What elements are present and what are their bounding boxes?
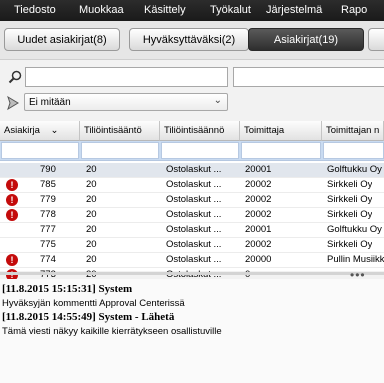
menu-bar: Tiedosto Muokkaa Käsittely Työkalut Järj…: [0, 0, 384, 21]
cell-supplier: 20000: [245, 254, 272, 265]
cell-rule-name: Ostolaskut ...: [166, 194, 222, 205]
cell-supplier-name: Sirkkeli Oy: [327, 194, 373, 205]
cell-document: 790: [40, 164, 56, 175]
log-entry-message: Tämä viesti näkyy kaikille kierrätykseen…: [2, 326, 222, 337]
table-row[interactable]: ! 778 20 Ostolaskut ... 20002 Sirkkeli Oy: [0, 208, 384, 223]
documents-table: Asiakirja ⌄ Tiliöintisääntö Tiliöintisää…: [0, 121, 384, 283]
filter-cell[interactable]: [81, 142, 159, 159]
cell-rule: 20: [86, 224, 97, 235]
search-input[interactable]: [25, 67, 228, 87]
table-row[interactable]: ! 779 20 Ostolaskut ... 20002 Sirkkeli Oy: [0, 193, 384, 208]
cell-document: 777: [40, 224, 56, 235]
cell-document: 785: [40, 179, 56, 190]
menu-system[interactable]: Järjestelmä: [266, 4, 322, 16]
filter-row: Ei mitään ⌄: [0, 92, 384, 114]
tab-new-documents[interactable]: Uudet asiakirjat(8): [4, 28, 120, 51]
cell-supplier-name: Golftukku Oy: [327, 224, 382, 235]
column-header-document[interactable]: Asiakirja ⌄: [0, 121, 80, 141]
cell-document: 779: [40, 194, 56, 205]
cell-rule: 20: [86, 254, 97, 265]
filter-cell[interactable]: [241, 142, 321, 159]
warning-icon: !: [6, 179, 18, 191]
filter-cell[interactable]: [161, 142, 239, 159]
cell-rule-name: Ostolaskut ...: [166, 224, 222, 235]
table-filter-row: [0, 141, 384, 161]
table-row[interactable]: ! 774 20 Ostolaskut ... 20000 Pullin Musiikk: [0, 253, 384, 268]
menu-processing[interactable]: Käsittely: [144, 4, 186, 16]
secondary-search-input[interactable]: [233, 67, 384, 87]
log-entry-header: [11.8.2015 14:55:49] System - Lähetä: [2, 311, 175, 323]
column-header-rule[interactable]: Tiliöintisääntö: [80, 121, 160, 141]
cell-rule: 20: [86, 164, 97, 175]
cell-rule-name: Ostolaskut ...: [166, 179, 222, 190]
cell-rule: 20: [86, 239, 97, 250]
column-header-supplier-name[interactable]: Toimittajan n: [322, 121, 384, 141]
cell-rule: 20: [86, 194, 97, 205]
cell-supplier: 20002: [245, 194, 272, 205]
tab-bar: Uudet asiakirjat(8) Hyväksyttäväksi(2) A…: [0, 21, 384, 60]
filter-cell[interactable]: [1, 142, 79, 159]
warning-icon: !: [6, 254, 18, 266]
filter-select[interactable]: Ei mitään ⌄: [24, 93, 228, 111]
warning-icon: !: [6, 194, 18, 206]
cell-rule-name: Ostolaskut ...: [166, 254, 222, 265]
table-row[interactable]: 777 20 Ostolaskut ... 20001 Golftukku Oy: [0, 223, 384, 238]
search-icon: [8, 70, 22, 84]
splitter[interactable]: [0, 272, 384, 275]
cell-supplier: 20002: [245, 179, 272, 190]
table-row[interactable]: 790 20 Ostolaskut ... 20001 Golftukku Oy: [0, 163, 384, 178]
menu-edit[interactable]: Muokkaa: [79, 4, 124, 16]
cell-document: 778: [40, 209, 56, 220]
sort-down-icon: ⌄: [50, 125, 59, 136]
cell-supplier: 20001: [245, 164, 272, 175]
cell-supplier-name: Sirkkeli Oy: [327, 239, 373, 250]
filter-cell[interactable]: [323, 142, 384, 159]
warning-icon: !: [6, 209, 18, 221]
cell-rule-name: Ostolaskut ...: [166, 209, 222, 220]
column-header-supplier[interactable]: Toimittaja: [240, 121, 322, 141]
cell-supplier: 20002: [245, 209, 272, 220]
cell-supplier-name: Sirkkeli Oy: [327, 209, 373, 220]
table-row[interactable]: ! 785 20 Ostolaskut ... 20002 Sirkkeli Oy: [0, 178, 384, 193]
log-entry-header: [11.8.2015 15:15:31] System: [2, 283, 133, 295]
column-header-label: Asiakirja: [4, 125, 40, 136]
tab-for-approval[interactable]: Hyväksyttäväksi(2): [129, 28, 249, 51]
cell-supplier-name: Sirkkeli Oy: [327, 179, 373, 190]
menu-file[interactable]: Tiedosto: [14, 4, 56, 16]
cell-rule: 20: [86, 209, 97, 220]
cell-rule: 20: [86, 179, 97, 190]
message-log: [11.8.2015 15:15:31] System Hyväksyjän k…: [0, 279, 384, 383]
menu-reports[interactable]: Rapo: [341, 4, 367, 16]
log-entry-message: Hyväksyjän kommentti Approval Centerissä: [2, 298, 185, 309]
cell-rule-name: Ostolaskut ...: [166, 239, 222, 250]
cell-supplier: 20001: [245, 224, 272, 235]
cell-document: 775: [40, 239, 56, 250]
filter-icon: [7, 95, 19, 111]
cell-supplier: 20002: [245, 239, 272, 250]
cell-supplier-name: Golftukku Oy: [327, 164, 382, 175]
menu-tools[interactable]: Työkalut: [210, 4, 251, 16]
tab-extra[interactable]: [368, 28, 384, 51]
cell-document: 774: [40, 254, 56, 265]
cell-rule-name: Ostolaskut ...: [166, 164, 222, 175]
tab-documents[interactable]: Asiakirjat(19): [248, 28, 364, 51]
filter-select-value: Ei mitään: [29, 97, 71, 108]
cell-supplier-name: Pullin Musiikk: [327, 254, 384, 265]
search-row: [0, 62, 384, 92]
chevron-down-icon: ⌄: [213, 95, 222, 106]
table-row[interactable]: 775 20 Ostolaskut ... 20002 Sirkkeli Oy: [0, 238, 384, 253]
column-header-rule-name[interactable]: Tiliöintisäännö: [160, 121, 240, 141]
